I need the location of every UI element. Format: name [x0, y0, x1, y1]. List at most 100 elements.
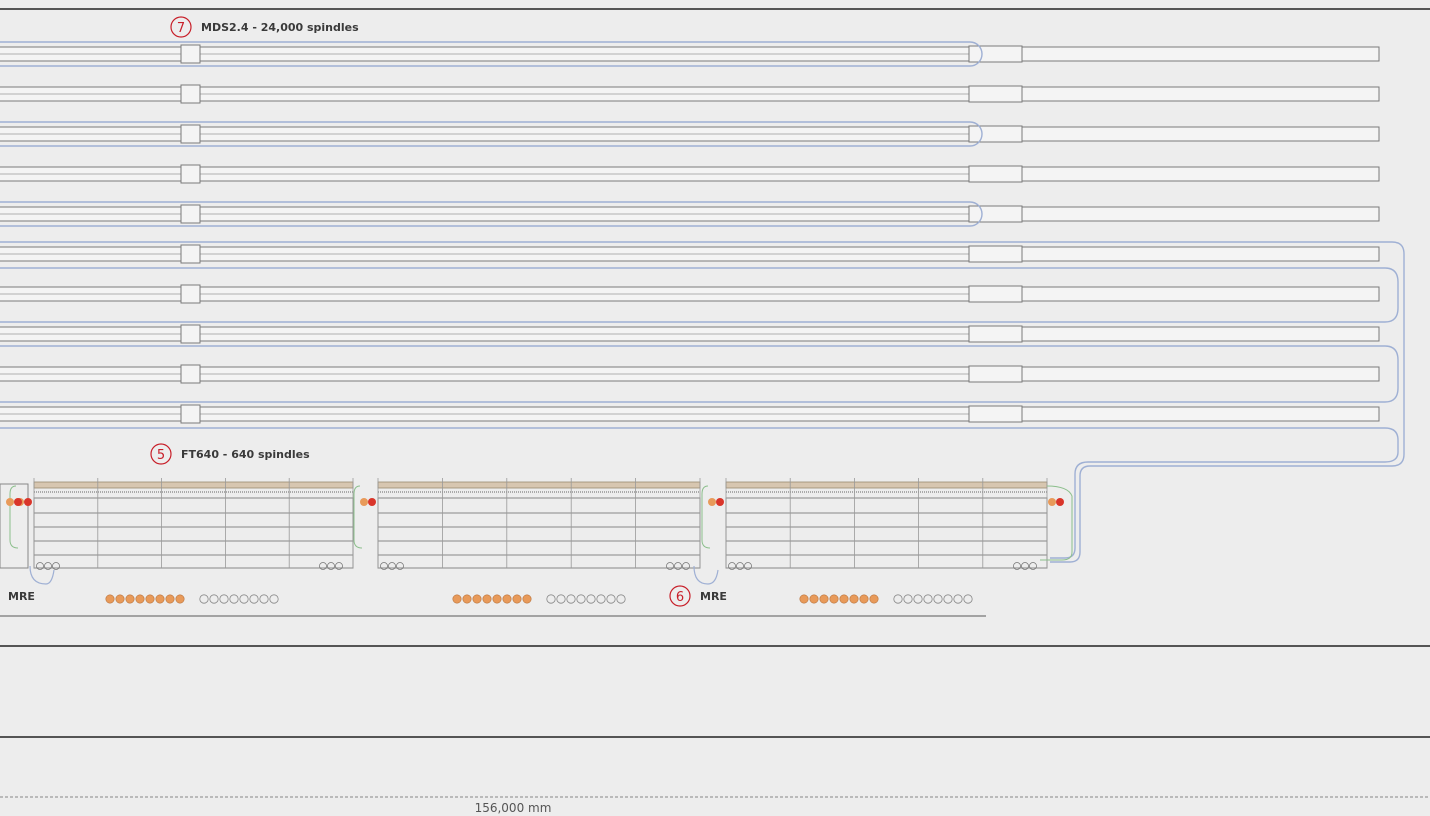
bobbin-full: [849, 594, 859, 604]
bobbin-full: [105, 594, 115, 604]
ft-machine-indicator: [708, 498, 716, 506]
ft-machine: [9, 478, 354, 570]
mds-row-drive-head: [180, 324, 201, 344]
mds-row-drive-head: [180, 244, 201, 264]
ft-machines: [0, 478, 1073, 585]
bobbin-full: [165, 594, 175, 604]
mds-row-drive-head: [180, 404, 201, 424]
mds-row-drive-head: [180, 364, 201, 384]
mds-row-end-head: [968, 285, 1023, 303]
mre-right-text: MRE: [700, 590, 727, 603]
mds-row-drive-head: [180, 204, 201, 224]
mre-right-label: 6 MRE: [669, 585, 727, 607]
mds-row: [0, 44, 1380, 64]
mre-left-text: MRE: [8, 590, 35, 603]
bobbin-empty: [933, 594, 943, 604]
bobbin-full: [135, 594, 145, 604]
bobbin-full: [869, 594, 879, 604]
mds-row: [0, 404, 1380, 424]
bobbin-full: [452, 594, 462, 604]
ft-machine: [701, 478, 1048, 570]
bobbin-group: [799, 594, 973, 604]
bobbin-empty: [239, 594, 249, 604]
mds-row-drive-head: [180, 284, 201, 304]
bobbin-empty: [576, 594, 586, 604]
ft-label: 5 FT640 - 640 spindles: [150, 443, 310, 465]
mds-row-drive-head: [180, 84, 201, 104]
mds-row-end-head: [968, 125, 1023, 143]
mds-row-end-head: [968, 245, 1023, 263]
bobbin-full: [839, 594, 849, 604]
bobbin-full: [502, 594, 512, 604]
mds-row: [0, 124, 1380, 144]
ft-machine-green-link: [353, 485, 363, 549]
bobbin-full: [859, 594, 869, 604]
mds-row: [0, 204, 1380, 224]
bobbin-empty: [903, 594, 913, 604]
mds-label-text: MDS2.4 - 24,000 spindles: [201, 21, 359, 34]
ft-machine-frame: [33, 497, 354, 569]
bobbin-empty: [586, 594, 596, 604]
mds-row: [0, 164, 1380, 184]
bobbin-full: [482, 594, 492, 604]
mds-row-end-head: [968, 405, 1023, 423]
plant-layout-diagram: 7 MDS2.4 - 24,000 spindles 5 FT640 - 640…: [0, 8, 1430, 815]
ft-machine-indicator: [716, 498, 724, 506]
mds-row: [0, 364, 1380, 384]
bobbin-full: [829, 594, 839, 604]
ft-machine-partial: [0, 483, 29, 569]
bobbin-empty: [209, 594, 219, 604]
callout-number-7: 7: [177, 21, 185, 36]
bobbin-group: [105, 594, 279, 604]
mds-row-drive-head: [180, 124, 201, 144]
bobbin-full: [512, 594, 522, 604]
bobbin-full: [819, 594, 829, 604]
ft-end-green-link: [1040, 485, 1073, 561]
mds-label: 7 MDS2.4 - 24,000 spindles: [170, 16, 359, 38]
bobbin-empty: [566, 594, 576, 604]
bobbin-empty: [556, 594, 566, 604]
ft-machine-frame: [377, 497, 701, 569]
bobbin-empty: [546, 594, 556, 604]
ft-end-indicator: [1056, 498, 1064, 506]
mds-row: [0, 84, 1380, 104]
mds-row-end-head: [968, 85, 1023, 103]
mds-row: [0, 324, 1380, 344]
bobbin-full: [115, 594, 125, 604]
bobbin-full: [472, 594, 482, 604]
ft-machine: [353, 478, 701, 570]
ft-machine-indicator: [368, 498, 376, 506]
bobbin-full: [799, 594, 809, 604]
mds-row-end-head: [968, 45, 1023, 63]
bobbin-full: [125, 594, 135, 604]
mds-row-end-head: [968, 205, 1023, 223]
ft-machine-green-link: [9, 485, 19, 549]
mds-row-drive-head: [180, 164, 201, 184]
bobbin-empty: [606, 594, 616, 604]
callout-number-5: 5: [157, 448, 165, 463]
mds-row-end-head: [968, 165, 1023, 183]
bobbin-empty: [249, 594, 259, 604]
ft-machine-creel: [377, 481, 701, 489]
mds-spinning-rows: [0, 44, 1380, 424]
bobbin-full: [809, 594, 819, 604]
bobbin-empty: [269, 594, 279, 604]
bobbin-empty: [953, 594, 963, 604]
ft-machine-indicator: [24, 498, 32, 506]
mds-row-end-head: [968, 325, 1023, 343]
bobbin-empty: [963, 594, 973, 604]
bobbin-full: [145, 594, 155, 604]
ft-machine-frame: [725, 497, 1048, 569]
bobbin-group: [452, 594, 626, 604]
bobbin-full: [492, 594, 502, 604]
mds-row-drive-head: [180, 44, 201, 64]
bobbin-empty: [893, 594, 903, 604]
bobbin-empty: [616, 594, 626, 604]
bobbin-empty: [259, 594, 269, 604]
ft-label-text: FT640 - 640 spindles: [181, 448, 310, 461]
dimension-label: 156,000 mm: [475, 801, 552, 815]
ft-machine-creel: [725, 481, 1048, 489]
ft-end-indicator: [1048, 498, 1056, 506]
bobbin-empty: [943, 594, 953, 604]
bobbin-full: [175, 594, 185, 604]
